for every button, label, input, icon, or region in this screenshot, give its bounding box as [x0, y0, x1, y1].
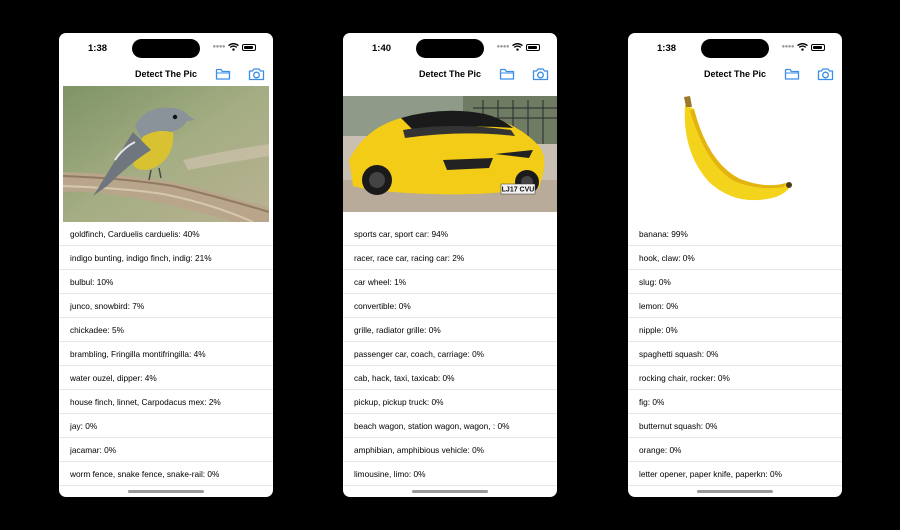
- battery-icon: [811, 43, 825, 51]
- results-list: sports car, sport car: 94% racer, race c…: [343, 222, 557, 486]
- result-row[interactable]: limousine, limo: 0%: [343, 462, 557, 486]
- wifi-icon: [512, 43, 523, 51]
- navigation-bar: Detect The Pic: [59, 65, 273, 85]
- result-row[interactable]: indigo bunting, indigo finch, indig: 21%: [59, 246, 273, 270]
- phone-screen-car: 1:40 ●●●● Detect The Pic LJ17 CVU sports…: [343, 33, 557, 497]
- dynamic-island: [132, 39, 200, 58]
- camera-icon[interactable]: [817, 67, 834, 81]
- signal-icon: ●●●●: [496, 44, 510, 50]
- folder-icon[interactable]: [784, 67, 800, 81]
- result-row[interactable]: beach wagon, station wagon, wagon, : 0%: [343, 414, 557, 438]
- result-row[interactable]: pickup, pickup truck: 0%: [343, 390, 557, 414]
- result-row[interactable]: butternut squash: 0%: [628, 414, 842, 438]
- result-row[interactable]: car wheel: 1%: [343, 270, 557, 294]
- result-row[interactable]: spaghetti squash: 0%: [628, 342, 842, 366]
- bird-photo: [63, 86, 269, 222]
- phone-screen-banana: 1:38 ●●●● Detect The Pic banana: 99% hoo…: [628, 33, 842, 497]
- result-row[interactable]: nipple: 0%: [628, 318, 842, 342]
- result-row[interactable]: letter opener, paper knife, paperkn: 0%: [628, 462, 842, 486]
- result-row[interactable]: passenger car, coach, carriage: 0%: [343, 342, 557, 366]
- signal-icon: ●●●●: [212, 44, 226, 50]
- result-row[interactable]: amphibian, amphibious vehicle: 0%: [343, 438, 557, 462]
- result-row[interactable]: grille, radiator grille: 0%: [343, 318, 557, 342]
- result-row[interactable]: water ouzel, dipper: 4%: [59, 366, 273, 390]
- status-icons: ●●●●: [212, 43, 256, 51]
- battery-icon: [242, 43, 256, 51]
- result-row[interactable]: racer, race car, racing car: 2%: [343, 246, 557, 270]
- page-title: Detect The Pic: [134, 69, 198, 79]
- dynamic-island: [701, 39, 769, 58]
- wifi-icon: [797, 43, 808, 51]
- status-bar: 1:40 ●●●●: [343, 33, 557, 63]
- wifi-icon: [228, 43, 239, 51]
- result-row[interactable]: sports car, sport car: 94%: [343, 222, 557, 246]
- results-list: goldfinch, Carduelis carduelis: 40% indi…: [59, 222, 273, 486]
- folder-icon[interactable]: [499, 67, 515, 81]
- result-row[interactable]: orange: 0%: [628, 438, 842, 462]
- result-row[interactable]: junco, snowbird: 7%: [59, 294, 273, 318]
- result-row[interactable]: jacamar: 0%: [59, 438, 273, 462]
- signal-icon: ●●●●: [781, 44, 795, 50]
- result-row[interactable]: convertible: 0%: [343, 294, 557, 318]
- status-icons: ●●●●: [781, 43, 825, 51]
- page-title: Detect The Pic: [418, 69, 482, 79]
- status-icons: ●●●●: [496, 43, 540, 51]
- result-row[interactable]: lemon: 0%: [628, 294, 842, 318]
- status-time: 1:38: [88, 43, 108, 54]
- status-bar: 1:38 ●●●●: [59, 33, 273, 63]
- sports-car-photo: LJ17 CVU: [343, 96, 557, 212]
- result-row[interactable]: slug: 0%: [628, 270, 842, 294]
- result-row[interactable]: cab, hack, taxi, taxicab: 0%: [343, 366, 557, 390]
- battery-icon: [526, 43, 540, 51]
- result-row[interactable]: worm fence, snake fence, snake-rail: 0%: [59, 462, 273, 486]
- navigation-bar: Detect The Pic: [343, 65, 557, 85]
- status-time: 1:40: [372, 43, 392, 54]
- camera-icon[interactable]: [248, 67, 265, 81]
- camera-icon[interactable]: [532, 67, 549, 81]
- navigation-bar: Detect The Pic: [628, 65, 842, 85]
- result-row[interactable]: goldfinch, Carduelis carduelis: 40%: [59, 222, 273, 246]
- banana-photo: [668, 93, 802, 218]
- result-row[interactable]: brambling, Fringilla montifringilla: 4%: [59, 342, 273, 366]
- home-indicator[interactable]: [412, 490, 488, 493]
- result-row[interactable]: chickadee: 5%: [59, 318, 273, 342]
- page-title: Detect The Pic: [703, 69, 767, 79]
- result-row[interactable]: banana: 99%: [628, 222, 842, 246]
- result-row[interactable]: house finch, linnet, Carpodacus mex: 2%: [59, 390, 273, 414]
- status-bar: 1:38 ●●●●: [628, 33, 842, 63]
- results-list: banana: 99% hook, claw: 0% slug: 0% lemo…: [628, 222, 842, 486]
- phone-screen-bird: 1:38 ●●●● Detect The Pic goldfinch, Card…: [59, 33, 273, 497]
- dynamic-island: [416, 39, 484, 58]
- result-row[interactable]: hook, claw: 0%: [628, 246, 842, 270]
- result-row[interactable]: fig: 0%: [628, 390, 842, 414]
- result-row[interactable]: jay: 0%: [59, 414, 273, 438]
- status-time: 1:38: [657, 43, 677, 54]
- home-indicator[interactable]: [697, 490, 773, 493]
- result-row[interactable]: rocking chair, rocker: 0%: [628, 366, 842, 390]
- folder-icon[interactable]: [215, 67, 231, 81]
- license-plate: LJ17 CVU: [502, 187, 535, 194]
- result-row[interactable]: bulbul: 10%: [59, 270, 273, 294]
- home-indicator[interactable]: [128, 490, 204, 493]
